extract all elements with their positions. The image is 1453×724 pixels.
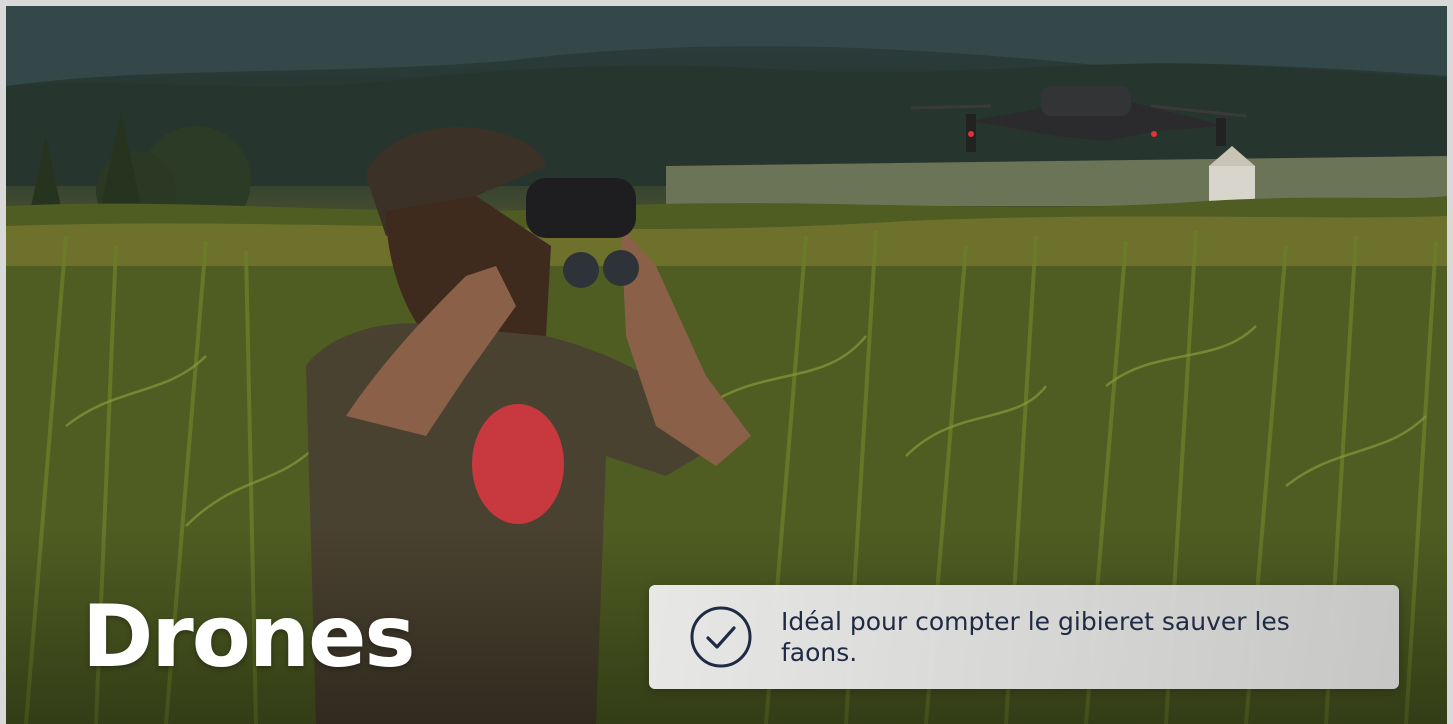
check-circle-icon <box>689 605 753 669</box>
hero-banner: Drones Idéal pour compter le gibieret sa… <box>6 6 1447 724</box>
feature-callout: Idéal pour compter le gibieret sauver le… <box>649 585 1399 689</box>
feature-text: Idéal pour compter le gibieret sauver le… <box>781 607 1290 667</box>
hero-title: Drones <box>82 587 416 687</box>
